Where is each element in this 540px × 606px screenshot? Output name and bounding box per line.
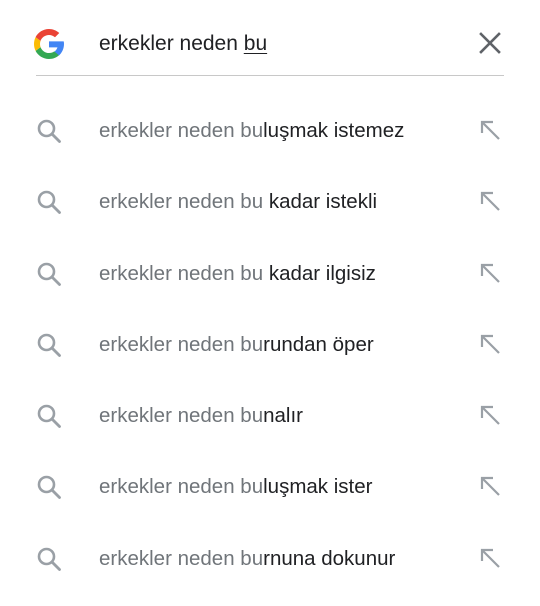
search-icon [37, 404, 61, 429]
arrow-up-left-icon[interactable] [478, 474, 502, 498]
suggestion-list: erkekler neden buluşmak istemez erkekler… [0, 94, 540, 593]
search-icon [37, 119, 61, 143]
suggestion-item[interactable]: erkekler neden buluşmak ister [0, 450, 540, 521]
suggestion-text: erkekler neden buluşmak ister [99, 474, 372, 500]
search-query-prefix: erkekler neden [99, 32, 244, 55]
arrow-up-left-icon[interactable] [478, 189, 502, 213]
suggestion-text: erkekler neden bunalır [99, 403, 303, 429]
suggestion-prefix: erkekler neden bu [99, 404, 264, 428]
close-icon[interactable] [476, 29, 504, 57]
suggestion-prefix: erkekler neden bu [99, 261, 264, 285]
suggestion-text: erkekler neden buluşmak istemez [99, 118, 404, 144]
suggestion-completion: nalır [263, 404, 304, 428]
search-bar: erkekler neden bu [0, 0, 540, 76]
suggestion-item[interactable]: erkekler neden burundan öper [0, 308, 540, 379]
suggestion-item[interactable]: erkekler neden burnuna dokunur [0, 522, 540, 593]
suggestion-completion: rundan öper [263, 332, 374, 356]
arrow-up-left-icon[interactable] [478, 546, 502, 570]
suggestion-item[interactable]: erkekler neden bu kadar istekli [0, 165, 540, 236]
suggestion-item[interactable]: erkekler neden buluşmak istemez [0, 94, 540, 165]
arrow-up-left-icon[interactable] [478, 403, 502, 427]
search-icon [37, 333, 61, 357]
arrow-up-left-icon[interactable] [478, 261, 502, 285]
suggestion-text: erkekler neden bu kadar ilgisiz [99, 261, 376, 287]
suggestion-prefix: erkekler neden bu [99, 332, 264, 356]
search-divider [36, 75, 504, 76]
search-icon [37, 190, 61, 215]
arrow-up-left-icon[interactable] [478, 118, 502, 142]
suggestion-item[interactable]: erkekler neden bunalır [0, 379, 540, 450]
arrow-up-left-icon[interactable] [478, 332, 502, 356]
suggestion-text: erkekler neden burundan öper [99, 332, 374, 358]
suggestion-prefix: erkekler neden bu [99, 546, 264, 570]
search-icon [37, 476, 61, 500]
suggestion-item[interactable]: erkekler neden bu kadar ilgisiz [0, 237, 540, 308]
suggestion-text: erkekler neden burnuna dokunur [99, 546, 395, 572]
search-icon [37, 547, 61, 571]
suggestion-prefix: erkekler neden bu [99, 190, 264, 214]
suggestion-completion: rnuna dokunur [263, 546, 396, 570]
search-icon [37, 262, 61, 286]
suggestion-completion: kadar istekli [263, 190, 378, 214]
suggestion-prefix: erkekler neden bu [99, 119, 264, 142]
search-input[interactable]: erkekler neden bu [99, 31, 267, 57]
suggestion-completion: luşmak istemez [263, 119, 405, 142]
suggestion-completion: luşmak ister [263, 475, 373, 499]
suggestion-completion: kadar ilgisiz [263, 261, 376, 285]
google-g-logo-icon [34, 29, 64, 59]
suggestion-prefix: erkekler neden bu [99, 475, 264, 499]
search-query-typed: bu [243, 32, 268, 55]
suggestion-text: erkekler neden bu kadar istekli [99, 189, 377, 215]
